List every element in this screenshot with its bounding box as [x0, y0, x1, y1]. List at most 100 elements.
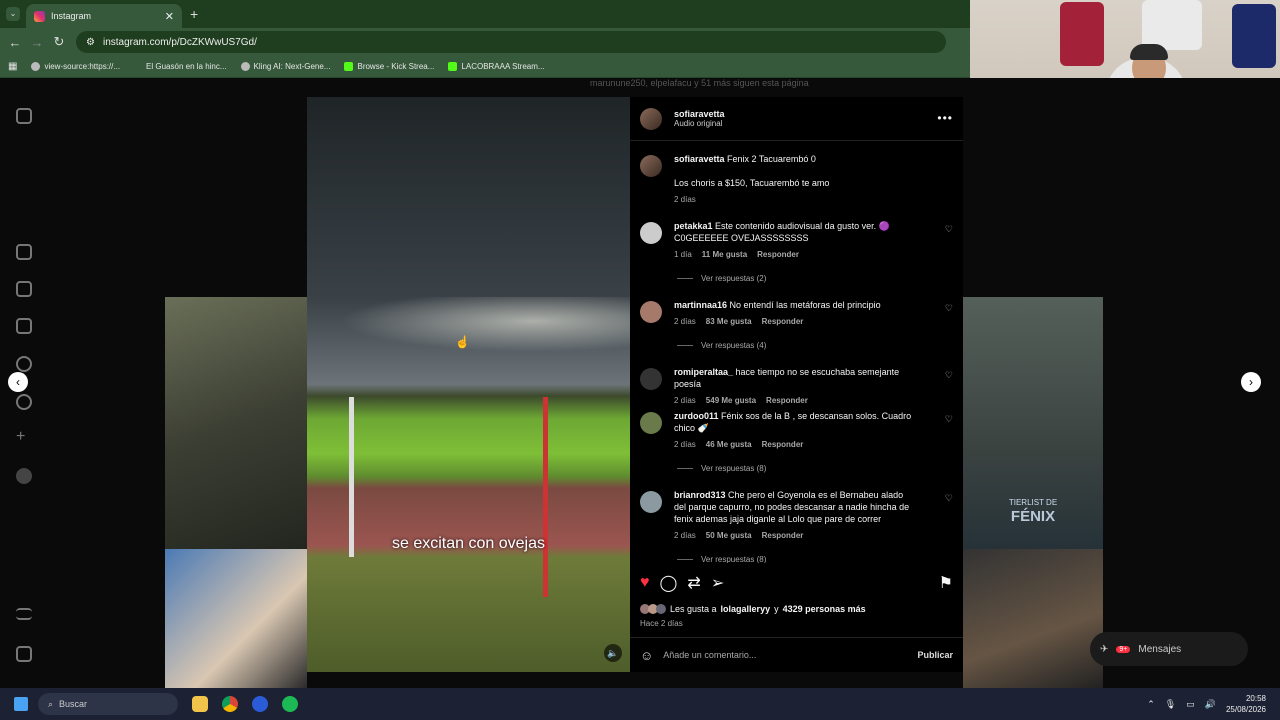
share-icon[interactable]: ➢: [711, 573, 724, 593]
commenter-username[interactable]: martinnaa16: [674, 300, 727, 310]
comment-likes[interactable]: 549 Me gusta: [706, 396, 756, 405]
liked-heart-icon[interactable]: ♥: [640, 574, 650, 592]
reels-icon[interactable]: [16, 281, 32, 297]
view-replies[interactable]: Ver respuestas (4): [677, 341, 766, 350]
ea-app-icon[interactable]: [252, 696, 268, 712]
publish-button[interactable]: Publicar: [917, 650, 953, 660]
chrome-icon[interactable]: [222, 696, 238, 712]
grid-tile-left-top[interactable]: [165, 297, 307, 549]
post-video[interactable]: ☝ se excitan con ovejas 🔈: [307, 97, 630, 672]
instagram-favicon-icon: [34, 10, 45, 22]
bookmark-icon[interactable]: ⚑: [939, 573, 953, 593]
comment-likes[interactable]: 83 Me gusta: [706, 317, 752, 326]
browser-tab-instagram[interactable]: Instagram ✕: [26, 4, 182, 28]
apps-grid-icon[interactable]: ▦: [8, 61, 17, 72]
comments-list: sofiaravetta Fenix 2 Tacuarembó 0 Los ch…: [630, 149, 963, 563]
like-comment-icon[interactable]: ♡: [945, 303, 953, 314]
spotify-icon[interactable]: [282, 696, 298, 712]
reload-icon[interactable]: ↻: [48, 34, 70, 50]
commenter-username[interactable]: romiperaltaa_: [674, 367, 733, 377]
url-field[interactable]: ⚙ instagram.com/p/DcZKWwUS7Gd/: [76, 31, 946, 53]
more-options-icon[interactable]: •••: [937, 111, 953, 125]
grid-tile-right-top[interactable]: TIERLIST DE FÉNIX: [963, 297, 1103, 549]
comment: zurdoo011 Fénix sos de la B , se descans…: [640, 410, 953, 449]
windows-start-icon[interactable]: [14, 697, 28, 711]
mute-icon[interactable]: 🔈: [604, 644, 622, 662]
commenter-avatar[interactable]: [640, 301, 662, 323]
comment-likes[interactable]: 11 Me gusta: [702, 250, 747, 259]
create-icon[interactable]: +: [16, 429, 32, 446]
commenter-username[interactable]: zurdoo011: [674, 411, 719, 421]
taskbar-clock[interactable]: 20:58 25/08/2026: [1226, 693, 1266, 715]
commenter-avatar[interactable]: [640, 491, 662, 513]
commenter-username[interactable]: brianrod313: [674, 490, 726, 500]
comment-likes[interactable]: 50 Me gusta: [706, 531, 752, 540]
reply-button[interactable]: Responder: [766, 396, 808, 405]
grid-tile-left-bottom[interactable]: [165, 549, 307, 688]
commenter-avatar[interactable]: [640, 222, 662, 244]
fence-post: [349, 397, 354, 557]
view-replies[interactable]: Ver respuestas (8): [677, 464, 766, 473]
jersey-poster: [1142, 0, 1202, 50]
next-post-button[interactable]: ›: [1241, 372, 1261, 392]
commenter-avatar[interactable]: [640, 368, 662, 390]
commenter-username[interactable]: petakka1: [674, 221, 713, 231]
view-replies[interactable]: Ver respuestas (2): [677, 274, 766, 283]
reply-button[interactable]: Responder: [757, 250, 799, 259]
likes-summary: Les gusta a lolagalleryy y 4329 personas…: [640, 604, 866, 614]
meta-apps-icon[interactable]: [16, 646, 32, 662]
commenter-username[interactable]: sofiaravetta: [674, 154, 725, 164]
messages-button[interactable]: ✈ 9+ Mensajes: [1090, 632, 1248, 666]
previous-post-button[interactable]: ‹: [8, 372, 28, 392]
like-comment-icon[interactable]: ♡: [945, 224, 953, 235]
profile-avatar[interactable]: [16, 468, 32, 484]
view-replies[interactable]: Ver respuestas (8): [677, 555, 766, 563]
emoji-icon[interactable]: ☺: [640, 648, 653, 663]
explore-icon[interactable]: [16, 318, 32, 334]
post-time: Hace 2 días: [640, 619, 683, 628]
bookmark-lacobraaa[interactable]: LACOBRAAA Stream...: [448, 62, 545, 71]
new-tab-icon[interactable]: +: [190, 6, 198, 22]
comment-icon[interactable]: ◯: [660, 573, 678, 593]
notifications-icon[interactable]: [16, 394, 32, 410]
reply-button[interactable]: Responder: [762, 531, 804, 540]
grid-tile-right-bottom[interactable]: [963, 549, 1103, 688]
instagram-logo-icon[interactable]: [16, 108, 32, 124]
like-comment-icon[interactable]: ♡: [945, 414, 953, 425]
microphone-icon[interactable]: 🎙: [1165, 699, 1176, 710]
author-avatar[interactable]: [640, 107, 662, 130]
search-icon[interactable]: [16, 356, 32, 372]
forward-icon[interactable]: →: [26, 35, 48, 50]
bookmark-kick[interactable]: Browse - Kick Strea...: [344, 62, 434, 71]
home-icon[interactable]: [16, 244, 32, 260]
commenter-avatar[interactable]: [640, 155, 662, 177]
like-comment-icon[interactable]: ♡: [945, 493, 953, 504]
commenter-avatar[interactable]: [640, 412, 662, 434]
windows-taskbar: ⌕ Buscar ⌃ 🎙 ▭ 🔊 20:58 25/08/2026: [0, 688, 1280, 720]
reply-button[interactable]: Responder: [762, 317, 804, 326]
file-explorer-icon[interactable]: [192, 696, 208, 712]
volume-icon[interactable]: 🔊: [1205, 699, 1216, 710]
more-menu-icon[interactable]: [16, 608, 32, 620]
taskbar-search[interactable]: ⌕ Buscar: [38, 693, 178, 715]
comment-input[interactable]: Añade un comentario...: [663, 650, 756, 660]
comment: romiperaltaa_ hace tiempo no se escuchab…: [640, 366, 953, 405]
close-tab-icon[interactable]: ✕: [165, 10, 174, 23]
liker-username[interactable]: lolagalleryy: [721, 604, 771, 614]
like-comment-icon[interactable]: ♡: [945, 370, 953, 381]
likes-count[interactable]: 4329 personas más: [783, 604, 866, 614]
comment-likes[interactable]: 46 Me gusta: [706, 440, 752, 449]
repost-icon[interactable]: ⇄: [687, 573, 700, 593]
network-icon[interactable]: ▭: [1186, 699, 1195, 710]
tab-search-icon[interactable]: ⌄: [6, 7, 20, 21]
bookmark-view-source[interactable]: view-source:https://...: [31, 62, 120, 71]
reply-button[interactable]: Responder: [762, 440, 804, 449]
site-info-icon[interactable]: ⚙: [86, 37, 95, 48]
add-comment-bar: ☺ Añade un comentario... Publicar: [630, 637, 963, 672]
bookmark-kling[interactable]: Kling AI: Next-Gene...: [240, 62, 330, 71]
author-username[interactable]: sofiaravetta: [674, 109, 725, 119]
audio-label[interactable]: Audio original: [674, 119, 725, 128]
tray-chevron-icon[interactable]: ⌃: [1147, 699, 1155, 710]
bookmark-guason[interactable]: El Guasón en la hinc...: [146, 62, 227, 71]
back-icon[interactable]: ←: [4, 35, 26, 50]
